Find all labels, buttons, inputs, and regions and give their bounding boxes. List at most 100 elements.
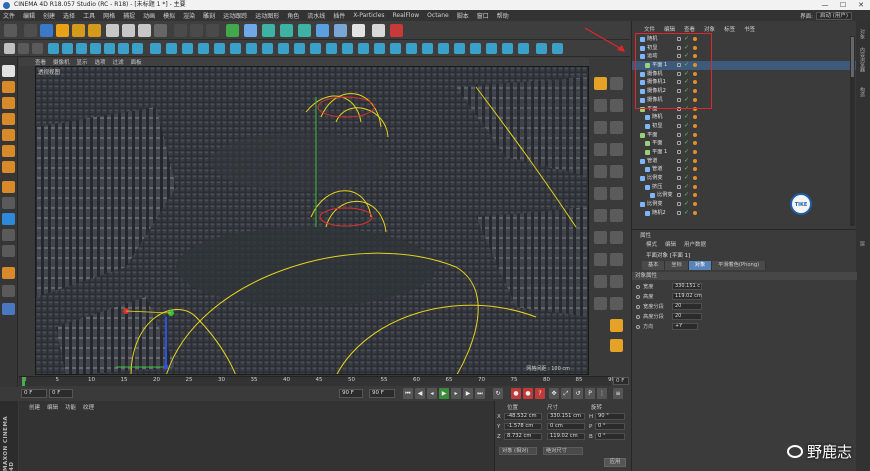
snap-icon[interactable]: [2, 213, 15, 225]
object-manager-menu-item[interactable]: 查看: [684, 25, 695, 33]
object-tag-icon[interactable]: [693, 158, 697, 163]
xp-oversampling-icon[interactable]: [294, 43, 305, 54]
side-tool-icon[interactable]: [594, 165, 607, 178]
side-tool-icon[interactable]: [594, 253, 607, 266]
go-to-end-icon[interactable]: ⏭: [475, 388, 485, 399]
model-palette-icon[interactable]: [2, 81, 15, 93]
menu-item[interactable]: 插件: [333, 11, 345, 20]
end-frame-field[interactable]: 90 F: [369, 389, 395, 398]
viewport-menu-item[interactable]: 选项: [95, 58, 106, 66]
menu-item[interactable]: 模拟: [163, 11, 175, 20]
undo-icon[interactable]: [4, 24, 17, 37]
menu-item[interactable]: 窗口: [477, 11, 489, 20]
xp-gravity-icon[interactable]: [342, 43, 353, 54]
light-icon[interactable]: [352, 24, 365, 37]
size-mode-dropdown[interactable]: 绝对尺寸: [543, 447, 583, 455]
xp-generator-icon[interactable]: [76, 43, 87, 54]
layout-selector[interactable]: 界面: 启动 (用户): [800, 11, 852, 20]
go-to-start-icon[interactable]: ⏮: [403, 388, 413, 399]
object-tag-icon[interactable]: [693, 115, 697, 120]
material-menu-item[interactable]: 创建: [29, 403, 40, 411]
xp-follow-icon[interactable]: [470, 43, 481, 54]
xp-cover-icon[interactable]: [454, 43, 465, 54]
close-button[interactable]: ✕: [852, 0, 870, 10]
object-manager-menu-item[interactable]: 编辑: [664, 25, 675, 33]
menu-item[interactable]: RealFlow: [393, 12, 420, 19]
position-field[interactable]: 8.732 cm: [504, 433, 542, 440]
xp-flock-icon[interactable]: [326, 43, 337, 54]
xp-action-icon[interactable]: [104, 43, 115, 54]
visibility-toggle-icon[interactable]: [677, 132, 681, 137]
side-tool-icon[interactable]: [610, 231, 623, 244]
enabled-check-icon[interactable]: ✓: [684, 209, 689, 216]
pen-icon[interactable]: [244, 24, 257, 37]
axis-mode-icon[interactable]: [2, 181, 15, 193]
visibility-toggle-icon[interactable]: [677, 149, 681, 154]
menu-item[interactable]: 选择: [63, 11, 75, 20]
rotate-icon[interactable]: [72, 24, 85, 37]
attribute-tab[interactable]: 坐标: [665, 261, 689, 270]
visibility-toggle-icon[interactable]: [677, 184, 681, 189]
object-manager-menu-item[interactable]: 对象: [704, 25, 715, 33]
viewport-menu-item[interactable]: 显示: [77, 58, 88, 66]
xp-limit-icon[interactable]: [486, 43, 497, 54]
object-tag-icon[interactable]: [693, 210, 697, 215]
animate-dot-icon[interactable]: [636, 315, 640, 319]
viewport-menu-item[interactable]: 面板: [131, 58, 142, 66]
tweak-mode-icon[interactable]: [2, 197, 15, 209]
xp-turbulence-icon[interactable]: [390, 43, 401, 54]
range-start-field[interactable]: 0 F: [49, 389, 73, 398]
rotation-field[interactable]: 0 °: [595, 433, 625, 440]
scale-key-icon[interactable]: ⤢: [561, 388, 571, 399]
enabled-check-icon[interactable]: ✓: [684, 140, 689, 146]
xp-emitter-icon[interactable]: [62, 43, 73, 54]
sculpt-icon[interactable]: [2, 267, 15, 279]
rotation-field[interactable]: 0 °: [595, 423, 625, 430]
octane-settings-icon[interactable]: [610, 319, 623, 332]
material-menu-item[interactable]: 纹理: [83, 403, 94, 411]
side-tool-icon[interactable]: [610, 143, 623, 156]
rotation-field[interactable]: 90 °: [595, 413, 625, 420]
menu-item[interactable]: 脚本: [457, 11, 469, 20]
object-tag-icon[interactable]: [693, 176, 697, 180]
menu-item[interactable]: 运动跟踪: [223, 11, 247, 20]
side-tool-icon[interactable]: [610, 121, 623, 134]
object-row[interactable]: 比例变 ✓: [632, 191, 856, 200]
object-row[interactable]: 比例变 ✓: [632, 200, 856, 209]
menu-item[interactable]: 运动图形: [255, 11, 279, 20]
menu-item[interactable]: 工具: [83, 11, 95, 20]
side-tool-icon[interactable]: [610, 187, 623, 200]
object-row[interactable]: 随机2 ✓: [632, 209, 856, 218]
enabled-check-icon[interactable]: ✓: [684, 122, 689, 129]
viewport-menu-item[interactable]: 摄像机: [53, 58, 70, 66]
xp-skinner-icon[interactable]: [166, 43, 177, 54]
prev-frame-icon[interactable]: ◂: [427, 388, 437, 399]
xp-wind-icon[interactable]: [358, 43, 369, 54]
enabled-check-icon[interactable]: ✓: [684, 183, 689, 190]
enabled-check-icon[interactable]: ✓: [684, 148, 689, 155]
xp-shader-icon[interactable]: [262, 43, 273, 54]
attribute-menu-item[interactable]: 编辑: [665, 240, 676, 248]
menu-item[interactable]: 文件: [3, 11, 15, 20]
viewport-menu-item[interactable]: 查看: [35, 58, 46, 66]
object-tag-icon[interactable]: [693, 202, 697, 207]
visibility-toggle-icon[interactable]: [677, 158, 681, 163]
xp-spray-icon[interactable]: [310, 43, 321, 54]
timeline-menu-icon[interactable]: ≡: [613, 388, 623, 399]
object-row[interactable]: 平面 ✓: [632, 131, 856, 140]
object-row[interactable]: 平面 1 ✓: [632, 148, 856, 157]
camera-icon[interactable]: [334, 24, 347, 37]
object-list-scroll-thumb[interactable]: [851, 37, 854, 77]
xp-spin-icon[interactable]: [438, 43, 449, 54]
side-tool-icon[interactable]: [594, 187, 607, 200]
size-field[interactable]: 0 cm: [547, 423, 585, 430]
visibility-toggle-icon[interactable]: [677, 176, 681, 180]
scale-icon[interactable]: [56, 24, 69, 37]
menu-item[interactable]: 雕刻: [203, 11, 215, 20]
size-field[interactable]: 119.02 cm: [547, 433, 585, 440]
cube-icon[interactable]: [226, 24, 239, 37]
layout-dropdown[interactable]: 启动 (用户): [815, 11, 852, 20]
xp-question-icon[interactable]: [90, 43, 101, 54]
property-value-field[interactable]: 330.151 c: [672, 283, 702, 290]
locked-workplane-icon[interactable]: [2, 245, 15, 257]
